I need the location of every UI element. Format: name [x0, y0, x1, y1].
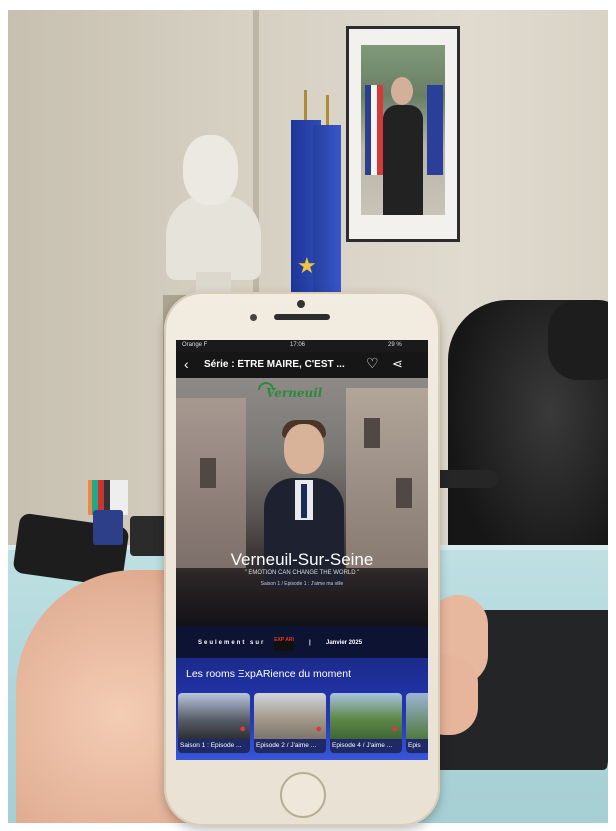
battery: 29 %: [388, 342, 402, 348]
app-header: ‹ Série : ÊTRE MAIRE, C'EST ... ♡ ⋖: [176, 352, 428, 378]
series-title: Série : ÊTRE MAIRE, C'EST ...: [204, 359, 345, 370]
portrait-head: [391, 77, 413, 105]
separator: |: [309, 640, 311, 646]
room-label: Epis: [406, 739, 428, 753]
city-name: Verneuil-Sur-Seine: [230, 550, 374, 569]
portrait-figure: [383, 105, 423, 215]
office-chair-headrest: [548, 300, 608, 380]
release-info: Seulement sur EXP ARI | Janvier 2025: [176, 636, 428, 654]
room-card[interactable]: ● Episode 2 / J'aime ...: [254, 693, 326, 753]
tie: [301, 484, 307, 518]
town-logo: Verneuil: [266, 386, 323, 400]
presidential-portrait: [346, 26, 460, 242]
brand-logo: EXP ARI: [274, 637, 294, 651]
map-pin-icon: ●: [239, 723, 246, 735]
tagline: " EMOTION CAN CHANGE THE WORLD ": [244, 570, 360, 576]
home-button[interactable]: [280, 772, 326, 818]
eu-flag: [313, 125, 341, 305]
release-date: Janvier 2025: [326, 640, 363, 646]
marianne-bust: [166, 195, 261, 280]
room-label: Episode 2 / J'aime ...: [254, 739, 326, 753]
room-label: Saison 1 : Episode ...: [178, 739, 250, 753]
share-icon[interactable]: ⋖: [392, 356, 403, 372]
episode-info: Saison 1 / Episode 1 : J'aime ma ville: [260, 581, 344, 587]
mayor-head: [284, 424, 324, 474]
clock: 17:06: [290, 342, 306, 348]
flag-star-icon: ★: [297, 253, 317, 278]
window: [200, 458, 216, 488]
map-pin-icon: ●: [391, 723, 398, 735]
chevron-left-icon[interactable]: ‹: [184, 356, 189, 372]
portrait-flag: [365, 85, 383, 175]
marianne-bust-head: [183, 135, 238, 205]
earpiece-speaker: [274, 314, 330, 320]
room-card[interactable]: Epis: [406, 693, 428, 753]
smartphone: Orange F 17:06 29 % ‹ Série : ÊTRE MAIRE…: [164, 292, 440, 826]
building: [346, 388, 428, 568]
rooms-carousel[interactable]: ● Saison 1 : Episode ... ● Episode 2 / J…: [178, 693, 428, 753]
window: [364, 418, 380, 448]
map-pin-icon: ●: [315, 723, 322, 735]
room-card[interactable]: ● Saison 1 : Episode ...: [178, 693, 250, 753]
proximity-sensor: [250, 314, 257, 321]
room-label: Episode 4 / J'aime ...: [330, 739, 402, 753]
room-thumbnail: [406, 693, 428, 739]
section-title: Les rooms ΞxpARience du moment: [186, 668, 351, 680]
pen-cup: [93, 510, 123, 545]
window: [396, 478, 412, 508]
status-bar: Orange F 17:06 29 %: [176, 340, 428, 352]
app-screen: Orange F 17:06 29 % ‹ Série : ÊTRE MAIRE…: [176, 340, 428, 760]
portrait-image: [361, 45, 445, 215]
carrier: Orange F: [182, 342, 208, 348]
only-on-label: Seulement sur: [198, 640, 266, 646]
portrait-eu-flag: [427, 85, 443, 175]
heart-icon[interactable]: ♡: [366, 355, 379, 372]
building: [176, 398, 246, 568]
room-card[interactable]: ● Episode 4 / J'aime ...: [330, 693, 402, 753]
rooms-section: Les rooms ΞxpARience du moment ● Saison …: [176, 658, 428, 760]
front-camera: [297, 300, 305, 308]
hero-banner: Verneuil Verneuil-Sur-Seine " EMOTION CA…: [176, 378, 428, 626]
